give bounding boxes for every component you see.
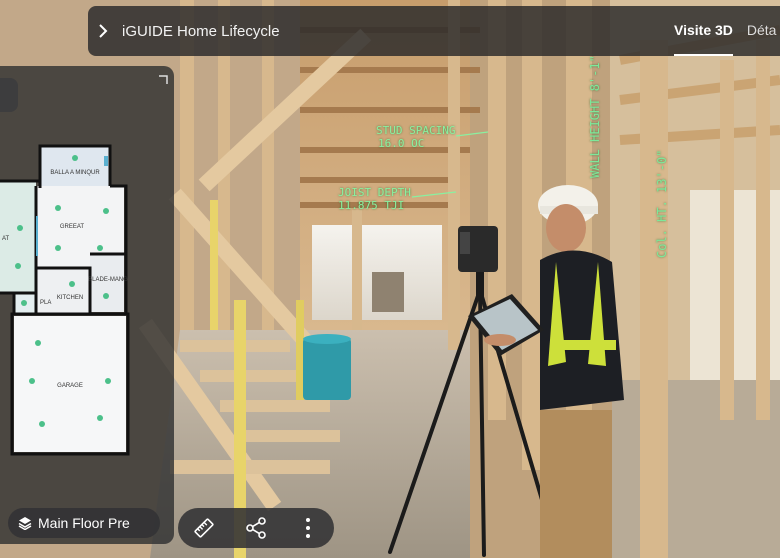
stud-spacing-annotation: STUD SPACING 16.0 OC — [376, 124, 455, 150]
room-label-kitchen: KITCHEN — [57, 295, 83, 301]
layers-icon — [18, 516, 32, 530]
wall-height-annotation: WALL HEIGHT 8'-1" — [588, 55, 602, 178]
app-title: iGUIDE Home Lifecycle — [122, 22, 280, 40]
joist-depth-annotation: JOIST DEPTH 11.875 TJI — [338, 186, 411, 212]
panel-collapse-handle[interactable] — [0, 78, 18, 112]
top-header-bar: iGUIDE Home Lifecycle Visite 3D Déta — [88, 6, 780, 56]
expand-corner-icon[interactable] — [158, 72, 168, 90]
share-icon[interactable] — [236, 508, 276, 548]
room-label-garage: GARAGE — [57, 383, 83, 389]
stud-spacing-value: 16.0 OC — [378, 137, 425, 150]
room-label-blade: BLADE-MANG — [88, 277, 128, 283]
view-tabs: Visite 3D Déta — [674, 6, 780, 56]
bottom-toolbar — [178, 508, 334, 548]
room-label-pla: PLA — [40, 300, 51, 306]
stud-spacing-label: STUD SPACING — [376, 124, 456, 137]
ruler-icon[interactable] — [184, 508, 224, 548]
floorplan-panel[interactable]: BALLA A MINQUR GREEAT AT KITCHEN BLADE-M… — [0, 66, 174, 544]
column-height-annotation: Col. HT. 13'-0" — [655, 149, 669, 258]
joist-depth-label: JOIST DEPTH — [338, 186, 411, 199]
room-label-greeat: GREEAT — [60, 224, 85, 230]
floorplan-map[interactable]: BALLA A MINQUR GREEAT AT KITCHEN BLADE-M… — [0, 136, 174, 526]
chevron-right-icon[interactable] — [92, 24, 114, 38]
room-label-at: AT — [2, 236, 10, 242]
floor-selector-label: Main Floor Pre — [38, 515, 130, 531]
tab-visite-3d[interactable]: Visite 3D — [674, 6, 733, 56]
tab-details[interactable]: Déta — [747, 6, 777, 56]
floor-selector[interactable]: Main Floor Pre — [8, 508, 160, 538]
room-label-balla: BALLA A MINQUR — [50, 170, 100, 176]
joist-depth-value: 11.875 TJI — [338, 199, 405, 212]
more-vertical-icon[interactable] — [288, 508, 328, 548]
